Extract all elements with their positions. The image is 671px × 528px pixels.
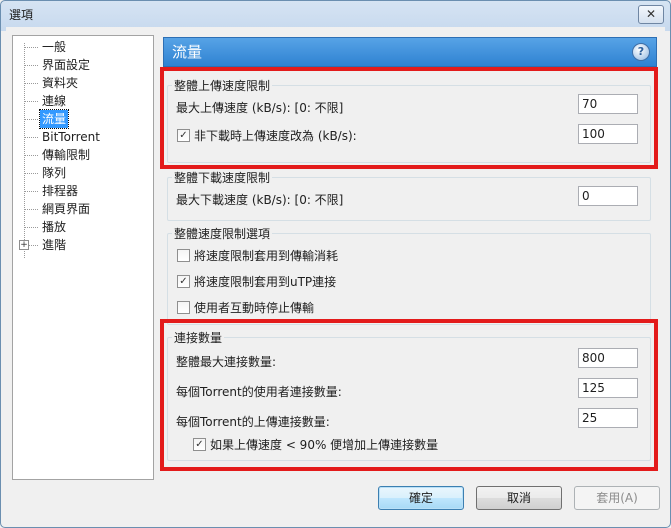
stop-on-interaction-checkbox[interactable]: [177, 301, 190, 314]
tree-item-label: 進階: [42, 238, 67, 252]
apply-overhead-label: 將速度限制套用到傳輸消耗: [194, 249, 339, 263]
per-torrent-peers-label: 每個Torrent的使用者連接數量:: [176, 385, 342, 399]
tree-item-label: 流量: [38, 109, 70, 129]
tree-item-label: 網頁界面: [42, 202, 91, 216]
apply-overhead-checkbox[interactable]: [177, 249, 190, 262]
max-upload-field[interactable]: [578, 94, 638, 114]
group-title: 整體下載速度限制: [172, 169, 273, 186]
dialog-body: 一般 界面設定 資料夾 連線 流量 BitTorrent 傳輸限制 隊列 排程器…: [6, 27, 665, 522]
panel-title: 流量: [172, 43, 203, 61]
tree-item-label: 傳輸限制: [42, 148, 91, 162]
stop-on-interaction-label: 使用者互動時停止傳輸: [194, 301, 315, 315]
apply-utp-checkbox[interactable]: ✓: [177, 275, 190, 288]
title-bar: 選項 ✕: [1, 1, 670, 27]
tree-item-label: 一般: [42, 40, 67, 54]
help-icon[interactable]: ?: [632, 43, 650, 61]
window-title: 選項: [9, 8, 34, 22]
category-tree: 一般 界面設定 資料夾 連線 流量 BitTorrent 傳輸限制 隊列 排程器…: [12, 35, 154, 480]
group-title: 整體速度限制選項: [172, 225, 273, 242]
close-icon[interactable]: ✕: [638, 5, 664, 24]
tree-item-label: 資料夾: [42, 76, 79, 90]
expand-icon[interactable]: +: [19, 240, 29, 250]
per-torrent-peers-field[interactable]: [578, 378, 638, 398]
alt-upload-field[interactable]: [578, 124, 638, 144]
tree-item-label: 連線: [42, 94, 67, 108]
global-max-connections-field[interactable]: [578, 348, 638, 368]
per-torrent-upload-slots-label: 每個Torrent的上傳連接數量:: [176, 415, 330, 429]
settings-panel: 流量 ? 整體上傳速度限制 最大上傳速度 (kB/s): [0: 不限] ✓ 非…: [160, 37, 658, 479]
speed-options-group: 整體速度限制選項 將速度限制套用到傳輸消耗 ✓ 將速度限制套用到uTP連接 使用…: [167, 225, 651, 325]
options-window: 選項 ✕ 一般 界面設定 資料夾 連線 流量 BitTorrent 傳輸限制 隊…: [0, 0, 671, 528]
auto-increase-slots-checkbox[interactable]: ✓: [193, 438, 206, 451]
group-title: 整體上傳速度限制: [172, 77, 273, 94]
global-max-connections-label: 整體最大連接數量:: [176, 355, 277, 369]
max-download-field[interactable]: [578, 186, 638, 206]
upload-limit-group: 整體上傳速度限制 最大上傳速度 (kB/s): [0: 不限] ✓ 非下載時上傳…: [167, 77, 651, 163]
tree-item-label: BitTorrent: [42, 130, 100, 144]
apply-button[interactable]: 套用(A): [574, 486, 660, 510]
ok-button[interactable]: 確定: [378, 486, 464, 510]
alt-upload-checkbox[interactable]: ✓: [177, 129, 190, 142]
alt-upload-label: 非下載時上傳速度改為 (kB/s):: [194, 129, 357, 143]
tree-item-label: 排程器: [42, 184, 79, 198]
max-download-label: 最大下載速度 (kB/s): [0: 不限]: [176, 193, 344, 207]
download-limit-group: 整體下載速度限制 最大下載速度 (kB/s): [0: 不限]: [167, 169, 651, 221]
auto-increase-slots-label: 如果上傳速度 < 90% 便增加上傳連接數量: [210, 438, 439, 452]
per-torrent-upload-slots-field[interactable]: [578, 408, 638, 428]
tree-item-label: 播放: [42, 220, 67, 234]
connections-group: 連接數量 整體最大連接數量: 每個Torrent的使用者連接數量: 每個Torr…: [167, 329, 651, 461]
apply-utp-label: 將速度限制套用到uTP連接: [194, 275, 337, 289]
tree-item-label: 界面設定: [42, 58, 91, 72]
max-upload-label: 最大上傳速度 (kB/s): [0: 不限]: [176, 101, 344, 115]
panel-header: 流量 ?: [163, 37, 657, 67]
cancel-button[interactable]: 取消: [476, 486, 562, 510]
tree-connector: [24, 43, 25, 258]
group-title: 連接數量: [172, 329, 225, 346]
tree-item-label: 隊列: [42, 166, 67, 180]
